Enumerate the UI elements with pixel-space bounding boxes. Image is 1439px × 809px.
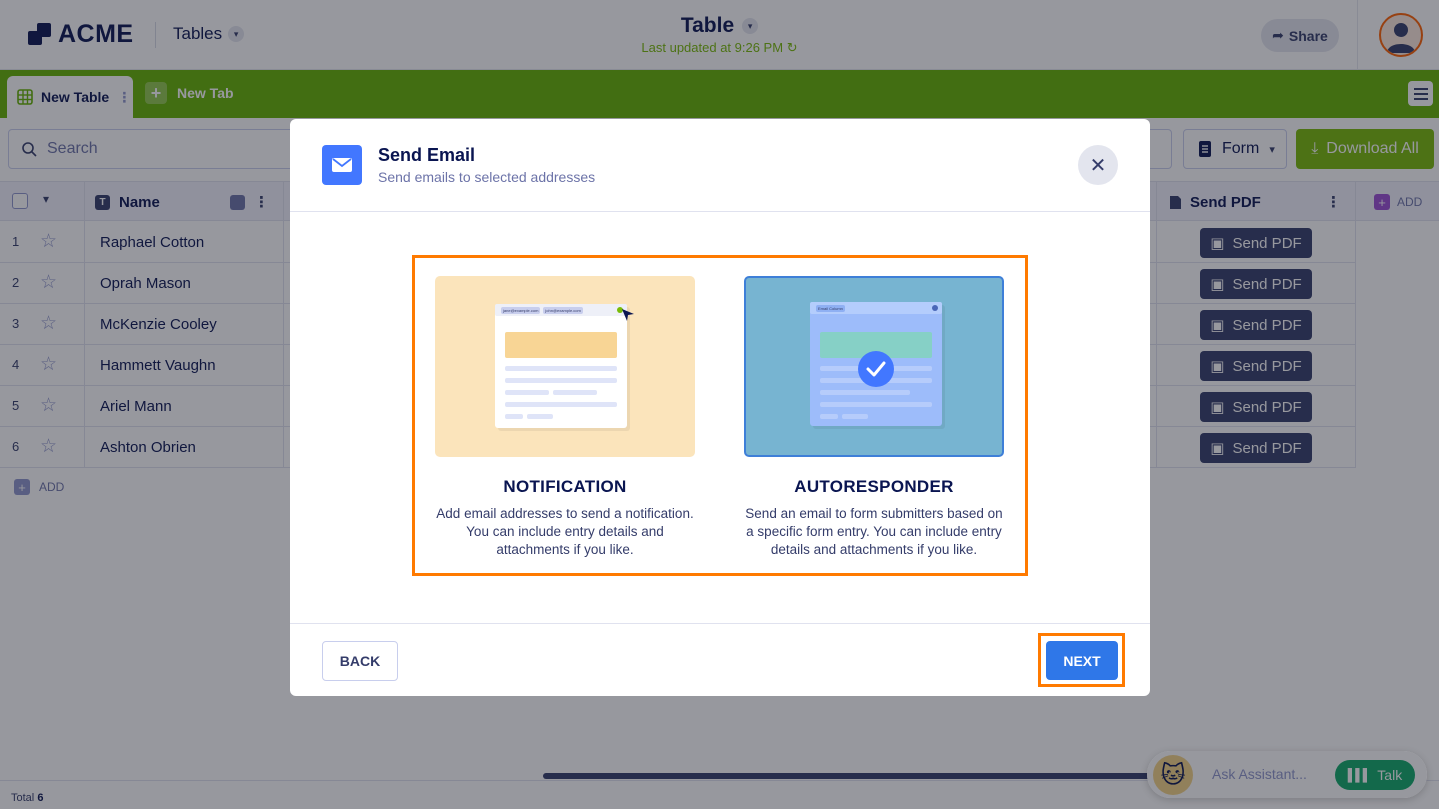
notification-option[interactable]: jane@example.com john@example.com NOTIFI… [435, 276, 695, 559]
option-description: Add email addresses to send a notificati… [436, 506, 694, 557]
autoresponder-option[interactable]: Email Column AUTORESPONDER Send an email… [744, 276, 1004, 559]
option-description: Send an email to form submitters based o… [745, 506, 1003, 557]
back-button[interactable]: BACK [322, 641, 398, 681]
assistant-dim-overlay [1147, 751, 1427, 798]
next-button[interactable]: NEXT [1046, 641, 1118, 680]
modal-footer: BACK NEXT [290, 623, 1150, 696]
ask-assistant-widget[interactable]: 🐱 Ask Assistant... ▌▌▌ Talk [1147, 751, 1427, 798]
close-button[interactable]: ✕ [1078, 145, 1118, 185]
envelope-icon [322, 145, 362, 185]
close-icon: ✕ [1089, 154, 1107, 177]
modal-header: Send Email Send emails to selected addre… [290, 119, 1150, 212]
email-paper-illustration: jane@example.com john@example.com [495, 304, 627, 428]
modal-title: Send Email [378, 145, 476, 165]
modal-subtitle: Send emails to selected addresses [378, 169, 596, 185]
autoresponder-illustration: Email Column [744, 276, 1004, 457]
cursor-icon [622, 309, 634, 321]
checkmark-circle-icon [858, 351, 894, 387]
notification-illustration: jane@example.com john@example.com [435, 276, 695, 457]
option-title: AUTORESPONDER [794, 477, 954, 496]
option-title: NOTIFICATION [503, 477, 627, 496]
send-email-modal: Send Email Send emails to selected addre… [290, 119, 1150, 696]
